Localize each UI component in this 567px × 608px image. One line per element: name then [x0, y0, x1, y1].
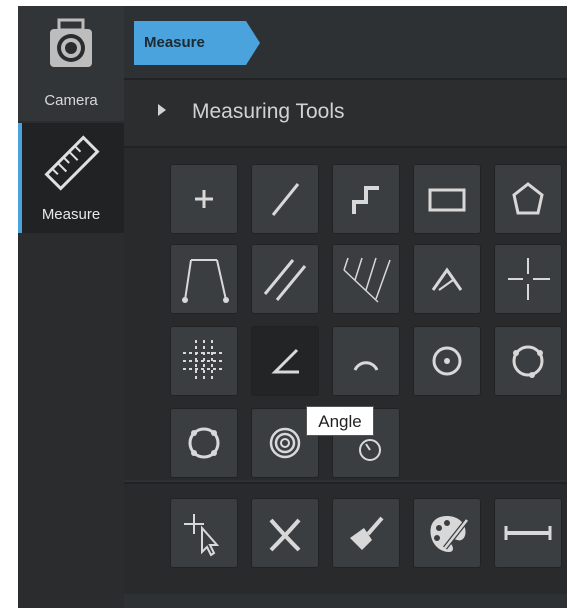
clear-brush-button[interactable]	[332, 498, 400, 568]
polyline-tool-icon	[352, 186, 379, 214]
color-palette-button[interactable]	[413, 498, 481, 568]
ruler-icon	[44, 135, 100, 191]
point-tool-icon	[195, 190, 213, 208]
polygon-tool-button[interactable]	[494, 164, 562, 234]
select-pointer-button[interactable]	[170, 498, 238, 568]
arc-tool-button[interactable]	[332, 326, 400, 396]
crosshair-tool-icon	[508, 258, 550, 300]
sidebar-item-camera[interactable]: Camera	[18, 6, 124, 121]
select-pointer-icon	[184, 514, 220, 557]
parallel-lines-icon	[263, 259, 307, 301]
four-point-circle-button[interactable]	[170, 408, 238, 478]
three-point-circle-icon	[512, 345, 544, 378]
sidebar-item-measure[interactable]: Measure	[18, 123, 124, 233]
four-point-circle-icon	[188, 427, 220, 459]
angle-tool-icon	[431, 267, 463, 291]
angle-icon	[271, 348, 299, 374]
color-palette-icon	[430, 516, 469, 552]
line-tool-button[interactable]	[251, 164, 319, 234]
main-panel: Measure Measuring Tools Angle	[124, 6, 567, 608]
line-tool-icon	[271, 183, 300, 216]
angle-tooltip: Angle	[306, 406, 374, 436]
angle-tool-button[interactable]	[413, 244, 481, 314]
app-window: Camera Measure Measure Measuring Tools A…	[18, 6, 567, 608]
multi-line-button[interactable]	[332, 244, 400, 314]
rectangle-tool-button[interactable]	[413, 164, 481, 234]
measuring-tools-header[interactable]: Measuring Tools	[124, 80, 567, 148]
ruler-scale-button[interactable]	[494, 498, 562, 568]
breadcrumb-item-measure[interactable]: Measure	[134, 21, 260, 65]
measuring-tools-grid: Angle	[124, 148, 567, 480]
sidebar-item-label: Camera	[44, 92, 98, 109]
two-line-distance-icon	[182, 259, 229, 303]
crosshair-tool-button[interactable]	[494, 244, 562, 314]
sidebar: Camera Measure	[18, 6, 124, 608]
circle-center-button[interactable]	[413, 326, 481, 396]
ruler-scale-icon	[504, 526, 552, 540]
section-title: Measuring Tools	[192, 100, 345, 123]
polygon-tool-icon	[512, 182, 544, 215]
polyline-tool-button[interactable]	[332, 164, 400, 234]
three-point-circle-button[interactable]	[494, 326, 562, 396]
arc-tool-icon	[353, 361, 379, 371]
expand-arrow-icon	[158, 104, 166, 116]
edit-tools-bar	[124, 482, 567, 594]
circle-center-icon	[432, 346, 462, 376]
point-tool-button[interactable]	[170, 164, 238, 234]
grid-tool-icon	[183, 340, 225, 382]
rectangle-tool-icon	[428, 188, 466, 212]
two-line-distance-button[interactable]	[170, 244, 238, 314]
delete-button[interactable]	[251, 498, 319, 568]
sidebar-item-label: Measure	[41, 206, 101, 223]
angle-button[interactable]	[251, 326, 319, 396]
multi-line-icon	[343, 257, 391, 303]
grid-tool-button[interactable]	[170, 326, 238, 396]
breadcrumb: Measure	[124, 6, 567, 80]
clear-brush-icon	[350, 516, 384, 550]
parallel-lines-button[interactable]	[251, 244, 319, 314]
camera-icon	[50, 18, 92, 67]
delete-icon	[269, 518, 301, 552]
